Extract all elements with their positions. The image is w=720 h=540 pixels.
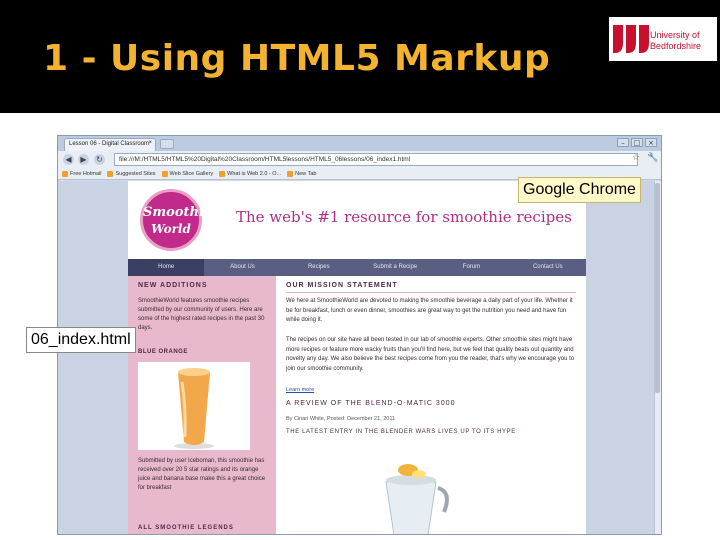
header-band: 1 - Using HTML5 Markup University of Bed… [0,0,720,113]
mission-paragraph-2: The recipes on our site have all been te… [286,337,575,372]
smoothie-site: Smoothie World The web's #1 resource for… [128,181,586,534]
nav-recipes[interactable]: Recipes [281,259,357,276]
logo-text-line2: Bedfordshire [650,41,702,51]
bookmark-icon [62,170,68,177]
sidebar-column: NEW ADDITIONS SmoothieWorld features smo… [128,276,276,534]
site-tagline: The web's #1 resource for smoothie recip… [236,208,572,226]
close-window-button[interactable]: × [645,138,657,147]
mission-divider [286,292,576,293]
bookmark-item[interactable]: Suggested Sites [107,170,156,177]
new-additions-heading: NEW ADDITIONS [138,282,208,289]
bookmark-item[interactable]: New Tab [287,170,317,177]
review-byline: By Cinari White, Posted: December 21, 20… [286,416,396,422]
nav-about[interactable]: About Us [204,259,280,276]
university-logo-mark-icon [613,25,649,53]
nav-home[interactable]: Home [128,259,205,276]
nav-contact[interactable]: Contact Us [510,259,586,276]
vertical-scrollbar[interactable] [654,181,661,534]
tab-close-icon[interactable]: × [148,140,152,146]
slide: 1 - Using HTML5 Markup University of Bed… [0,0,720,540]
bookmark-label: New Tab [295,170,317,177]
smoothie-image [138,362,250,450]
callout-browser-label: Google Chrome [518,177,641,203]
learn-more-link[interactable]: Learn more [286,387,314,393]
reload-button[interactable]: ↻ [94,154,105,165]
site-logo[interactable]: Smoothie World [140,189,213,251]
address-bar[interactable]: file:///M:/HTML5/HTML5%20Digital%20Class… [114,153,638,166]
wrench-menu-icon[interactable]: 🔧 [647,153,658,163]
nav-submit-recipe[interactable]: Submit a Recipe [357,259,433,276]
bookmark-label: What is Web 2.0 - O... [227,170,282,177]
blender-image [356,452,466,534]
browser-toolbar: ◀ ▶ ↻ file:///M:/HTML5/HTML5%20Digital%2… [58,151,661,168]
tab-bar: Lesson 06 - Digital Classroom × – □ × [58,136,661,151]
bookmark-icon [287,170,294,177]
bookmark-icon [161,170,168,177]
sidebar-heading-2: ALL SMOOTHIE LEGENDS [138,525,234,531]
nav-forum[interactable]: Forum [433,259,509,276]
maximize-button[interactable]: □ [631,138,643,147]
recipe-title: BLUE ORANGE [138,349,188,355]
page-viewport: Smoothie World The web's #1 resource for… [58,181,661,534]
review-subheading: THE LATEST ENTRY IN THE BLENDER WARS LIV… [286,429,516,435]
logo-text-line1: University of [650,30,700,40]
bookmark-item[interactable]: What is Web 2.0 - O... [219,170,282,177]
callout-file-label: 06_index.html [26,327,136,353]
new-additions-text: SmoothieWorld features smoothie recipes … [138,298,265,331]
bookmark-item[interactable]: Free Hotmail [62,170,102,177]
mission-paragraph-1: We here at SmoothieWorld are devoted to … [286,298,573,323]
bookmark-label: Suggested Sites [115,170,156,177]
bookmark-label: Free Hotmail [70,170,102,177]
forward-button[interactable]: ▶ [78,154,89,165]
scrollbar-thumb[interactable] [655,183,660,393]
bookmark-item[interactable]: Web Slice Gallery [161,170,214,177]
tab-title: Lesson 06 - Digital Classroom [69,141,150,147]
university-logo: University of Bedfordshire [609,17,717,61]
minimize-button[interactable]: – [617,138,629,147]
new-tab-button[interactable] [160,139,174,149]
slide-title: 1 - Using HTML5 Markup [43,38,551,79]
window-controls: – □ × [617,138,657,147]
bookmark-star-icon[interactable]: ☆ [632,153,640,163]
mission-heading: OUR MISSION STATEMENT [286,282,398,289]
site-logo-line1: Smoothie [143,205,213,220]
back-button[interactable]: ◀ [63,154,74,165]
review-heading: A REVIEW OF THE BLEND-O-MATIC 3000 [286,400,456,407]
bookmark-label: Web Slice Gallery [169,170,214,177]
site-nav: Home About Us Recipes Submit a Recipe Fo… [128,259,586,276]
site-logo-line2: World [151,222,191,236]
recipe-description: Submitted by user Iceboman, this smoothi… [138,458,266,491]
browser-tab[interactable]: Lesson 06 - Digital Classroom × [64,138,156,151]
bookmark-icon [219,170,226,177]
main-column: OUR MISSION STATEMENT We here at Smoothi… [276,276,586,534]
bookmark-icon [107,170,114,177]
